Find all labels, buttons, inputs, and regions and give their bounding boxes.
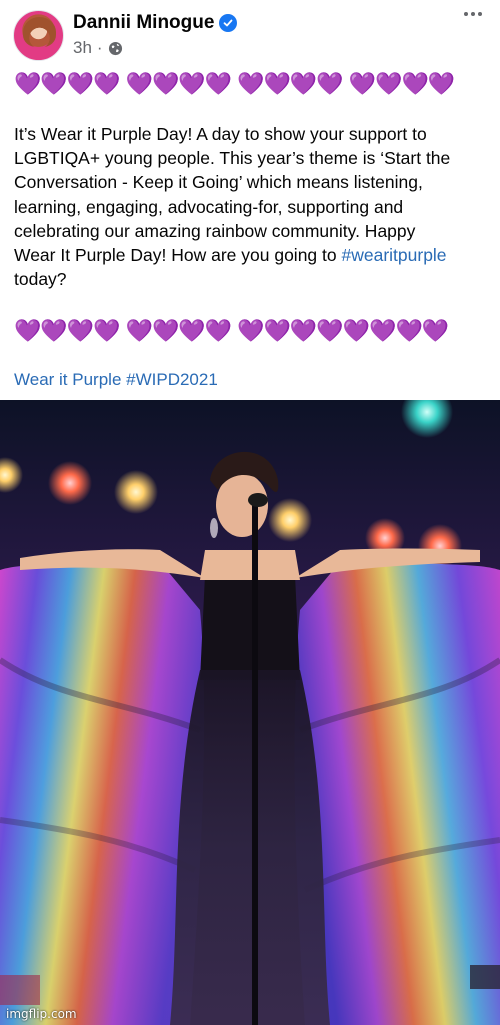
avatar-portrait (23, 17, 56, 47)
post-photo[interactable]: imgflip.com (0, 400, 500, 1025)
author-name[interactable]: Dannii Minogue (73, 12, 214, 34)
author-row: Dannii Minogue (73, 12, 238, 34)
wear-it-purple-link[interactable]: Wear it Purple (14, 370, 121, 389)
hashtag-link[interactable]: #wearitpurple (341, 245, 446, 265)
post-body: It’s Wear it Purple Day! A day to show y… (14, 122, 486, 291)
hearts-bottom: 💜💜💜💜 💜💜💜💜 💜💜💜💜💜💜💜💜 (14, 319, 449, 344)
post-timestamp[interactable]: 3h (73, 38, 92, 58)
post-body-line-with-hashtag: Wear It Purple Day! How are you going to… (14, 243, 486, 267)
post-meta: 3h · (73, 38, 123, 58)
author-avatar[interactable] (13, 10, 64, 61)
imgflip-watermark: imgflip.com (6, 1007, 77, 1021)
meta-separator: · (96, 38, 103, 57)
post-header: Dannii Minogue 3h · (0, 0, 500, 70)
post-body-line: LGBTIQA+ young people. This year’s theme… (14, 148, 451, 169)
post-body-line: Wear It Purple Day! How are you going to (14, 245, 342, 266)
post-body-line: Conversation - Keep it Going’ which mean… (14, 172, 423, 193)
bottom-links: Wear it Purple #WIPD2021 (14, 370, 218, 390)
wipd2021-hashtag-link[interactable]: #WIPD2021 (126, 370, 218, 389)
verified-badge-icon (219, 14, 238, 32)
post-body-line: celebrating our amazing rainbow communit… (14, 220, 416, 241)
post-body-line: It’s Wear it Purple Day! A day to show y… (14, 124, 427, 144)
post-body-line: today? (14, 269, 67, 290)
post-body-line: learning, engaging, advocating-for, supp… (14, 196, 404, 217)
globe-icon[interactable] (108, 41, 123, 56)
concert-photo (0, 400, 500, 1025)
hearts-top: 💜💜💜💜 💜💜💜💜 💜💜💜💜 💜💜💜💜 (14, 72, 455, 97)
more-options-icon[interactable] (464, 12, 482, 16)
